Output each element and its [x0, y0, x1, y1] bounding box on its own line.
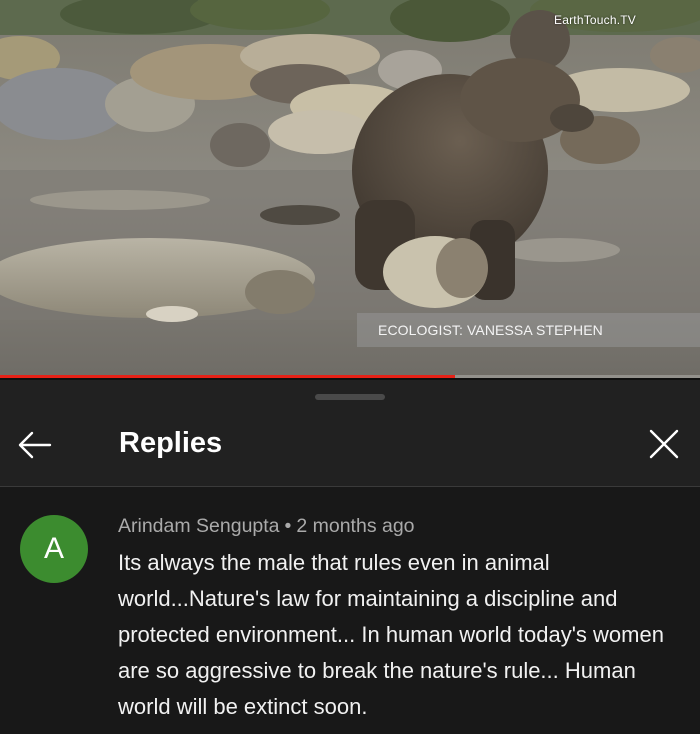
meta-separator: •: [284, 515, 292, 537]
video-progress-fill: [0, 375, 455, 378]
channel-watermark: EarthTouch.TV: [554, 13, 636, 27]
video-player[interactable]: EarthTouch.TV ECOLOGIST: VANESSA STEPHEN: [0, 0, 700, 378]
close-icon: [649, 429, 679, 459]
close-button[interactable]: [644, 424, 684, 464]
comment-item: A Arindam Sengupta • 2 months ago Its alwa…: [0, 487, 700, 734]
replies-panel: Replies A Arindam Sengupta • 2 months ago …: [0, 380, 700, 734]
back-button[interactable]: [15, 425, 55, 465]
arrow-left-icon: [18, 431, 52, 459]
comment-author[interactable]: Arindam Sengupta: [118, 515, 280, 537]
video-caption: ECOLOGIST: VANESSA STEPHEN: [357, 313, 700, 347]
avatar[interactable]: A: [20, 515, 88, 583]
comment-meta: Arindam Sengupta • 2 months ago: [118, 515, 415, 538]
comment-text: Its always the male that rules even in a…: [118, 550, 664, 719]
replies-header: Replies: [0, 410, 700, 486]
drag-handle[interactable]: [315, 394, 385, 400]
video-progress-bar[interactable]: [0, 375, 700, 378]
comment-time: 2 months ago: [296, 515, 415, 537]
panel-title: Replies: [119, 427, 223, 459]
